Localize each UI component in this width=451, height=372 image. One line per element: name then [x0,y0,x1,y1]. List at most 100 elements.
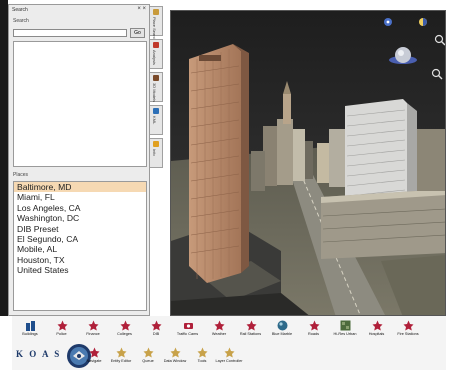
tab-label: 3D Models [152,83,157,103]
tools-toolbar: K O A S Navigate Entity Editor Queue Data W… [12,343,446,370]
cube-icon [153,75,159,81]
hospital-icon [372,318,383,331]
tools-button[interactable]: Tools [188,345,216,369]
tool-label: Traffic Cams [176,332,199,336]
place-item[interactable]: Houston, TX [14,255,146,265]
rail-stations-button[interactable]: Rail Stations [237,318,265,342]
window-border [0,0,8,316]
info-icon [153,141,159,147]
colleges-button[interactable]: Colleges [111,318,139,342]
places-list: Baltimore, MD Miami, FL Los Angeles, CA Was… [13,181,147,311]
navigate-icon [89,345,100,358]
police-icon [57,318,68,331]
chart-icon [153,42,159,48]
tool-label: Buildings [22,332,38,336]
places-label: Places [13,172,29,178]
vertical-tabs: Place Search Analysis 3D Models KML Info [150,6,164,176]
place-item[interactable]: Mobile, AL [14,244,146,254]
tab-info[interactable]: Info [150,138,163,168]
sun-icon[interactable] [419,18,427,26]
panel-close-button[interactable]: × × [137,6,146,12]
navigate-button[interactable]: Navigate [80,345,108,369]
imagery-icon [340,318,351,331]
place-item[interactable]: DIB Preset [14,224,146,234]
tab-label: Place Search [152,17,157,41]
entity-editor-button[interactable]: Entity Editor [107,345,135,369]
tool-label: Data Window [163,359,187,363]
roads-icon [309,318,320,331]
queue-icon [143,345,154,358]
fire-icon [403,318,414,331]
tool-label: DIB [152,332,160,336]
place-item[interactable]: Miami, FL [14,192,146,202]
panel-title: Search [12,7,28,13]
search-input[interactable] [13,29,127,37]
tool-label: Navigate [86,359,102,363]
search-results-box [13,41,147,167]
tab-label: Info [152,149,157,156]
clock-tower [283,94,291,124]
tools-icon [197,345,208,358]
tab-kml[interactable]: KML [150,105,163,135]
tool-label: Queue [142,359,154,363]
entity-editor-icon [116,345,127,358]
tool-label: Finance [86,332,100,336]
tool-label: Weather [211,332,227,336]
koas-logo: K O A S [16,349,62,359]
layer-controller-button[interactable]: Layer Controller [215,345,243,369]
tab-label: Analysis [152,50,157,65]
tool-label: Hospitals [368,332,385,336]
finance-button[interactable]: Finance [79,318,107,342]
buildings-icon [25,318,36,331]
weather-button[interactable]: Weather [205,318,233,342]
dib-icon [151,318,162,331]
tool-label: Rail Stations [239,332,262,336]
compass-icon[interactable] [384,18,392,26]
city-scene [171,11,445,315]
place-item[interactable]: Washington, DC [14,213,146,223]
3d-map-view[interactable] [170,10,446,316]
search-label: Search [13,18,29,24]
tool-label: Entity Editor [110,359,132,363]
camera-icon [183,318,194,329]
data-window-icon [170,345,181,358]
tool-label: Layer Controller [215,359,243,363]
tool-label: Tools [197,359,207,363]
data-window-button[interactable]: Data Window [161,345,189,369]
dib-button[interactable]: DIB [142,318,170,342]
layers-icon [153,108,159,114]
tool-label: Police [56,332,67,336]
tab-3d-models[interactable]: 3D Models [150,72,163,102]
layers-toolbar: Buildings Police Finance Colleges DIB Traffic… [12,316,446,343]
hospitals-button[interactable]: Hospitals [363,318,391,342]
building-mid-1 [263,126,277,186]
tab-place-search[interactable]: Place Search [150,6,163,41]
tool-label: Fire Stations [397,332,419,336]
blue-marble-button[interactable]: Blue Marble [268,318,296,342]
go-button[interactable]: Go [130,28,145,38]
fire-stations-button[interactable]: Fire Stations [394,318,422,342]
tool-label: Hi-Res Urban [333,332,357,336]
tab-label: KML [152,116,157,125]
rail-icon [246,318,257,331]
queue-button[interactable]: Queue [134,345,162,369]
weather-icon [214,318,225,331]
place-item[interactable]: United States [14,265,146,275]
police-button[interactable]: Police [48,318,76,342]
layers-icon [224,345,235,358]
search-icon [153,9,159,15]
hi-res-urban-button[interactable]: Hi-Res Urban [331,318,359,342]
roads-button[interactable]: Roads [300,318,328,342]
globe-icon [277,318,288,331]
place-item[interactable]: El Segundo, CA [14,234,146,244]
place-item[interactable]: Baltimore, MD [14,182,146,193]
place-item[interactable]: Los Angeles, CA [14,203,146,213]
tab-analysis[interactable]: Analysis [150,39,163,69]
app-window: Search × × Search Go Places Baltimore, M… [0,0,451,372]
search-panel: Search × × Search Go Places Baltimore, M… [8,4,150,316]
finance-icon [88,318,99,331]
buildings-button[interactable]: Buildings [16,318,44,342]
colleges-icon [120,318,131,331]
tool-label: Blue Marble [271,332,293,336]
traffic-cams-button[interactable]: Traffic Cams [174,318,202,342]
